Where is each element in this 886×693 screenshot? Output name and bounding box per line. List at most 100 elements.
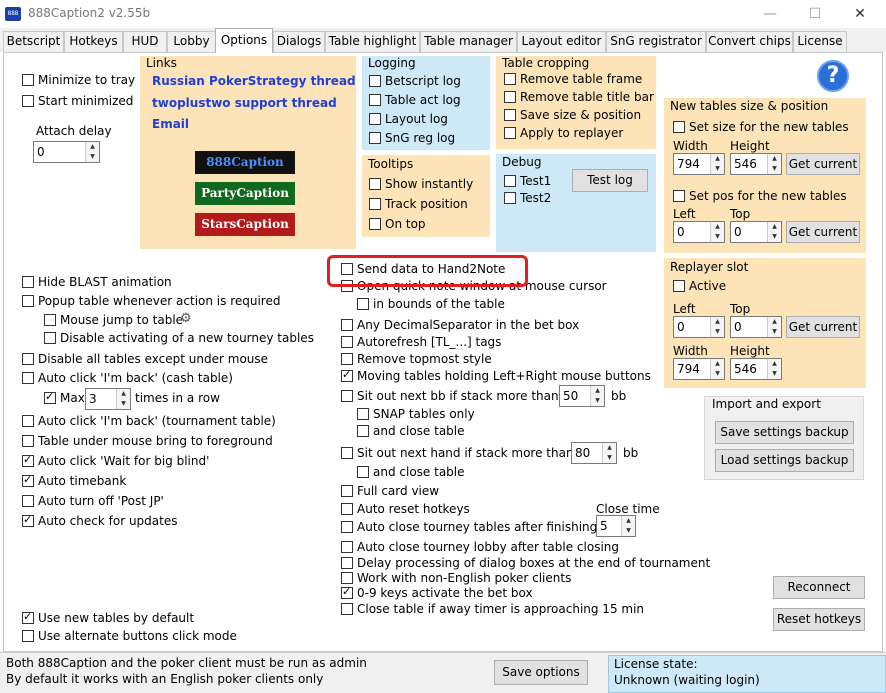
stepper-up-icon[interactable]: ▲ xyxy=(116,389,130,399)
tab-hud[interactable]: HUD xyxy=(123,31,167,52)
auto-check-updates-checkbox[interactable] xyxy=(22,513,34,527)
stepper-up-icon[interactable]: ▲ xyxy=(602,443,616,453)
tab-dialogs[interactable]: Dialogs xyxy=(273,31,325,52)
new-left-stepper[interactable]: 0 ▲ ▼ xyxy=(673,221,725,243)
maximize-button[interactable]: ☐ xyxy=(795,2,835,26)
snap-tables-checkbox[interactable] xyxy=(357,408,369,420)
link-russian-pokerstrategy[interactable]: Russian PokerStrategy thread xyxy=(152,74,356,88)
auto-im-back-tourney-checkbox[interactable] xyxy=(22,415,34,427)
in-bounds-checkbox[interactable] xyxy=(357,298,369,310)
keys-bet-box-checkbox[interactable] xyxy=(341,585,353,599)
stepper-down-icon[interactable]: ▼ xyxy=(767,164,781,174)
betscript-log-checkbox[interactable] xyxy=(369,75,381,87)
sitout-hand-checkbox[interactable] xyxy=(341,447,353,459)
non-english-checkbox[interactable] xyxy=(341,572,353,584)
minimize-to-tray-checkbox[interactable] xyxy=(22,74,34,86)
delay-dialogs-checkbox[interactable] xyxy=(341,557,353,569)
new-top-stepper[interactable]: 0 ▲ ▼ xyxy=(730,221,782,243)
stepper-down-icon[interactable]: ▼ xyxy=(710,327,724,337)
max-times-stepper[interactable]: 3 ▲ ▼ xyxy=(85,388,131,410)
stepper-up-icon[interactable]: ▲ xyxy=(767,222,781,232)
stepper-down-icon[interactable]: ▼ xyxy=(85,152,99,162)
remove-topmost-checkbox[interactable] xyxy=(341,353,353,365)
away-timer-checkbox[interactable] xyxy=(341,603,353,615)
sng-reg-log-checkbox[interactable] xyxy=(369,132,381,144)
close-time-stepper[interactable]: 5 ▲ ▼ xyxy=(596,515,636,537)
mouse-jump-checkbox[interactable] xyxy=(44,314,56,326)
stepper-down-icon[interactable]: ▼ xyxy=(767,232,781,242)
attach-delay-stepper[interactable]: 0 ▲ ▼ xyxy=(33,141,100,163)
auto-turn-off-jp-checkbox[interactable] xyxy=(22,495,34,507)
sitout-bb-stepper[interactable]: 50 ▲ ▼ xyxy=(559,385,605,407)
remove-title-bar-checkbox[interactable] xyxy=(504,91,516,103)
disable-all-tables-checkbox[interactable] xyxy=(22,353,34,365)
load-settings-backup-button[interactable]: Load settings backup xyxy=(715,449,854,472)
save-options-button[interactable]: Save options xyxy=(494,660,588,685)
link-twoplustwo[interactable]: twoplustwo support thread xyxy=(152,96,337,110)
tab-sng-registrator[interactable]: SnG registrator xyxy=(606,31,706,52)
stepper-up-icon[interactable]: ▲ xyxy=(710,317,724,327)
show-instantly-checkbox[interactable] xyxy=(369,178,381,190)
use-new-tables-checkbox[interactable] xyxy=(22,610,34,624)
tab-table-manager[interactable]: Table manager xyxy=(420,31,517,52)
stepper-up-icon[interactable]: ▲ xyxy=(710,222,724,232)
table-act-log-checkbox[interactable] xyxy=(369,94,381,106)
autorefresh-tags-checkbox[interactable] xyxy=(341,336,353,348)
replayer-get-current-button[interactable]: Get current xyxy=(786,316,860,338)
stepper-up-icon[interactable]: ▲ xyxy=(710,359,724,369)
sitout-hand-stepper[interactable]: 80 ▲ ▼ xyxy=(571,442,617,464)
stepper-up-icon[interactable]: ▲ xyxy=(767,154,781,164)
stepper-up-icon[interactable]: ▲ xyxy=(85,142,99,152)
replayer-active-checkbox[interactable] xyxy=(673,280,685,292)
reconnect-button[interactable]: Reconnect xyxy=(773,576,865,599)
tab-hotkeys[interactable]: Hotkeys xyxy=(64,31,123,52)
stepper-down-icon[interactable]: ▼ xyxy=(116,399,130,409)
full-card-view-checkbox[interactable] xyxy=(341,485,353,497)
auto-close-tourney-checkbox[interactable] xyxy=(341,521,353,533)
alternate-click-mode-checkbox[interactable] xyxy=(22,630,34,642)
disable-tourney-activating-checkbox[interactable] xyxy=(44,332,56,344)
tab-betscript[interactable]: Betscript xyxy=(3,31,64,52)
save-settings-backup-button[interactable]: Save settings backup xyxy=(715,421,854,444)
tab-options[interactable]: Options xyxy=(215,28,273,53)
stepper-down-icon[interactable]: ▼ xyxy=(710,369,724,379)
replayer-top-stepper[interactable]: 0 ▲ ▼ xyxy=(730,316,782,338)
start-minimized-checkbox[interactable] xyxy=(22,95,34,107)
888caption-button[interactable]: 888Caption xyxy=(195,151,295,174)
remove-table-frame-checkbox[interactable] xyxy=(504,73,516,85)
stepper-down-icon[interactable]: ▼ xyxy=(590,396,604,406)
stepper-up-icon[interactable]: ▲ xyxy=(710,154,724,164)
popup-table-checkbox[interactable] xyxy=(22,295,34,307)
starscaption-button[interactable]: StarsCaption xyxy=(195,213,295,236)
help-icon[interactable]: ? xyxy=(817,60,849,92)
tab-table-highlight[interactable]: Table highlight xyxy=(325,31,420,52)
track-position-checkbox[interactable] xyxy=(369,198,381,210)
apply-to-replayer-checkbox[interactable] xyxy=(504,127,516,139)
minimize-button[interactable]: — xyxy=(750,2,790,26)
auto-reset-hotkeys-checkbox[interactable] xyxy=(341,503,353,515)
stepper-down-icon[interactable]: ▼ xyxy=(710,232,724,242)
auto-timebank-checkbox[interactable] xyxy=(22,473,34,487)
save-size-position-checkbox[interactable] xyxy=(504,109,516,121)
link-email[interactable]: Email xyxy=(152,117,189,131)
reset-hotkeys-button[interactable]: Reset hotkeys xyxy=(773,608,865,631)
moving-tables-checkbox[interactable] xyxy=(341,368,353,382)
new-width-stepper[interactable]: 794 ▲ ▼ xyxy=(673,153,725,175)
replayer-width-stepper[interactable]: 794 ▲ ▼ xyxy=(673,358,725,380)
layout-log-checkbox[interactable] xyxy=(369,113,381,125)
tab-layout-editor[interactable]: Layout editor xyxy=(517,31,606,52)
close-button[interactable]: ✕ xyxy=(840,2,880,26)
replayer-height-stepper[interactable]: 546 ▲ ▼ xyxy=(730,358,782,380)
test2-checkbox[interactable] xyxy=(504,192,516,204)
partycaption-button[interactable]: PartyCaption xyxy=(195,182,295,205)
get-current-pos-button[interactable]: Get current xyxy=(786,221,860,243)
replayer-left-stepper[interactable]: 0 ▲ ▼ xyxy=(673,316,725,338)
on-top-checkbox[interactable] xyxy=(369,218,381,230)
decimal-separator-checkbox[interactable] xyxy=(341,319,353,331)
stepper-down-icon[interactable]: ▼ xyxy=(602,453,616,463)
sitout-bb-checkbox[interactable] xyxy=(341,390,353,402)
stepper-up-icon[interactable]: ▲ xyxy=(590,386,604,396)
stepper-down-icon[interactable]: ▼ xyxy=(710,164,724,174)
stepper-up-icon[interactable]: ▲ xyxy=(767,317,781,327)
stepper-up-icon[interactable]: ▲ xyxy=(767,359,781,369)
